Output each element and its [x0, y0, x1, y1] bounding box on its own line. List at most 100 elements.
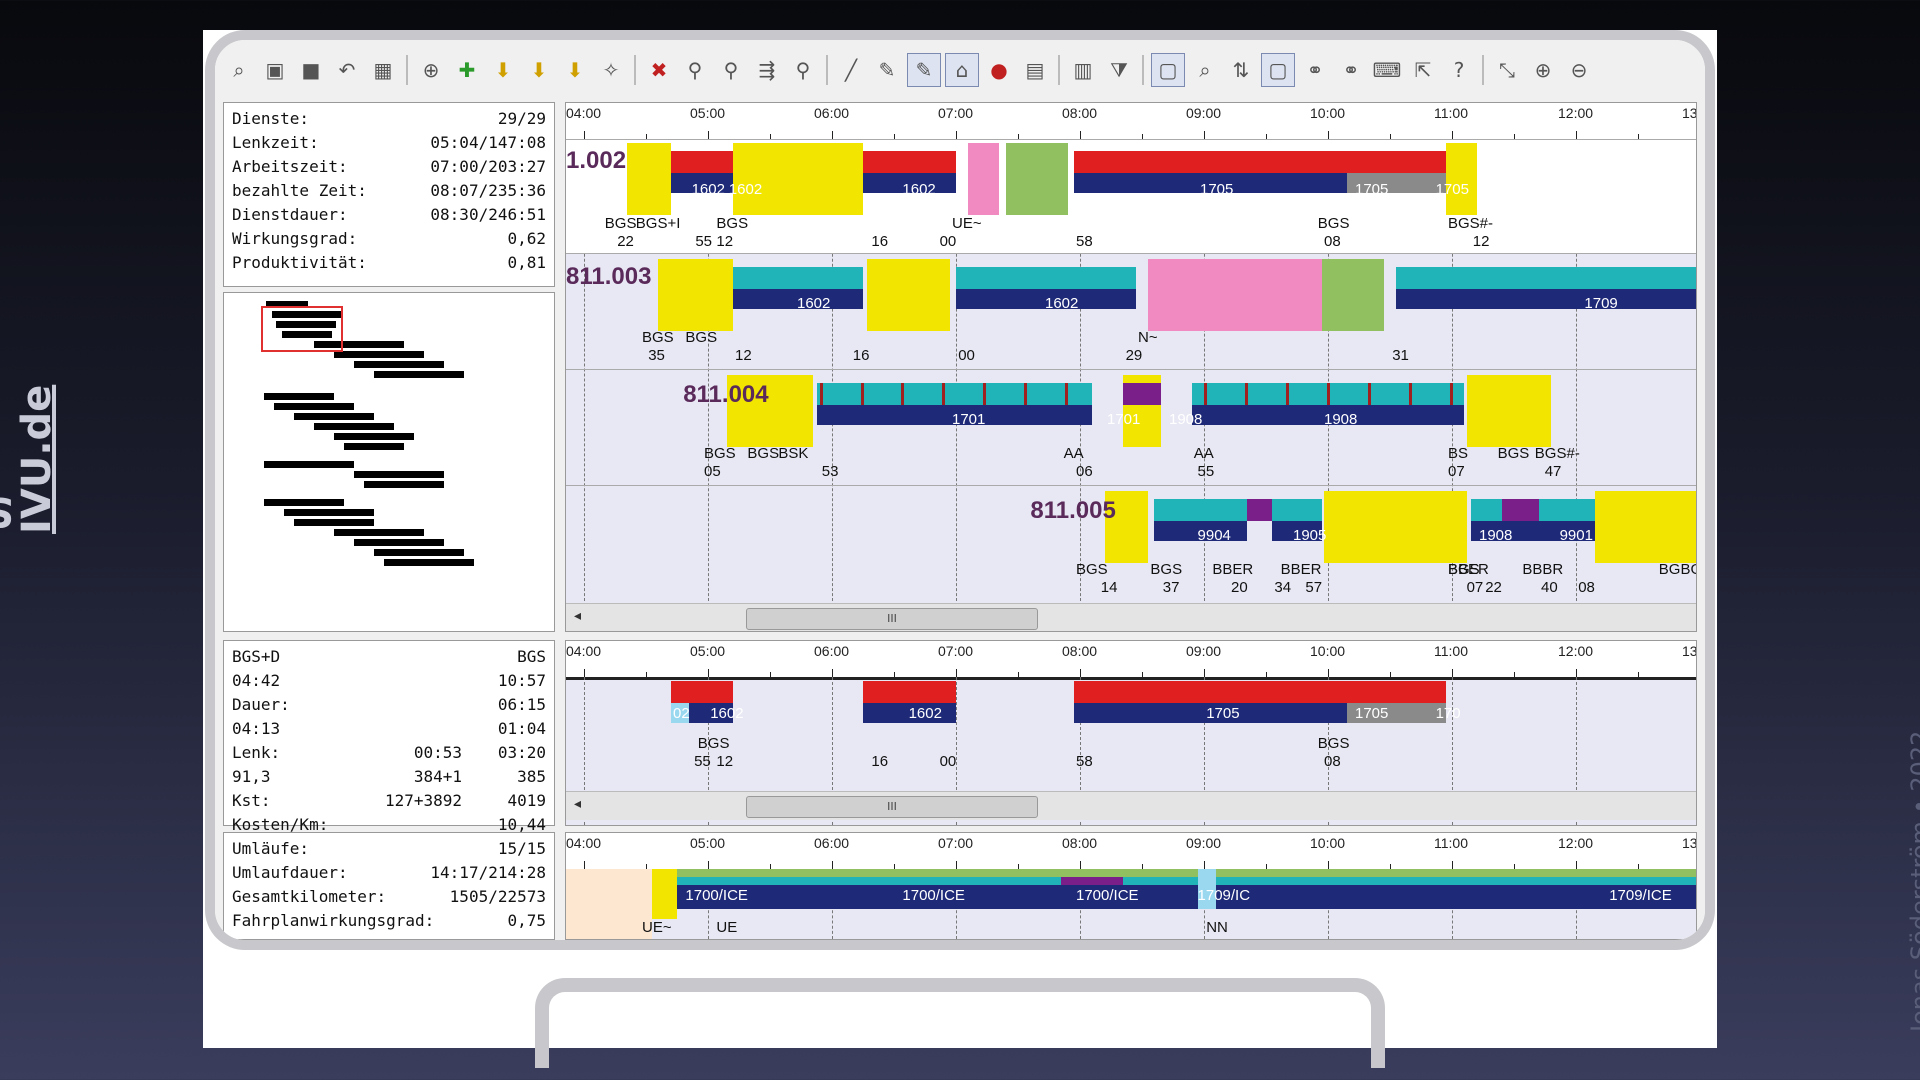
time-tick: 07:00 — [938, 105, 974, 121]
minute-label: 08 — [1578, 579, 1595, 596]
scroll-left-arrow[interactable]: ◂ — [574, 608, 581, 624]
book-icon[interactable]: ▤ — [1019, 54, 1051, 86]
time-tick: 06:00 — [814, 643, 850, 659]
sort-icon[interactable]: ⇅ — [1225, 54, 1257, 86]
edit2-icon[interactable]: ✎ — [907, 53, 941, 87]
link2-icon[interactable]: ⚭ — [1335, 54, 1367, 86]
zoom-select-icon[interactable]: ⌕ — [223, 54, 255, 86]
time-axis: 04:00 05:00 06:00 07:00 08:00 09:00 10:00 11:00… — [566, 641, 1696, 680]
add-green-icon[interactable]: ✚ — [451, 54, 483, 86]
time-tick: 12:00 — [1558, 835, 1594, 851]
keyboard-icon[interactable]: ⌨ — [1371, 54, 1403, 86]
minimap-bar — [264, 461, 354, 468]
link-icon[interactable]: ⚭ — [1299, 54, 1331, 86]
trip-label: 1602 — [710, 705, 744, 722]
stat-value: 07:00/203:27 — [430, 157, 546, 176]
horizontal-scrollbar[interactable]: ◂ III — [566, 603, 1696, 631]
trip-label: 9901 — [1559, 527, 1593, 544]
stat-row: Dienste: 29/29 — [232, 107, 546, 131]
help-icon[interactable]: ? — [1443, 54, 1475, 86]
export-icon[interactable]: ⇱ — [1407, 54, 1439, 86]
minute-label: 58 — [1076, 233, 1093, 250]
scroll-thumb[interactable]: III — [746, 796, 1038, 818]
add-doc-icon[interactable]: ⊕ — [415, 54, 447, 86]
stat-cell: 06:15 — [497, 695, 546, 714]
time-tick: 10:00 — [1310, 105, 1346, 121]
stat-cell: 4019 — [507, 791, 546, 810]
tick-mark-half — [770, 672, 771, 677]
stop-code: AA — [1193, 445, 1214, 462]
duty-name[interactable]: 811.005 — [1030, 497, 1115, 525]
stat-cell: 04:42 — [232, 671, 281, 690]
tick-mark — [1080, 131, 1081, 139]
delete-icon[interactable]: ✖ — [643, 54, 675, 86]
tick-mark — [1328, 131, 1329, 139]
duty-name[interactable]: 811.004 — [683, 381, 768, 409]
duty-name[interactable]: 811.003 — [566, 263, 651, 291]
minute-label: 40 — [1541, 579, 1558, 596]
stat-label: Dienstdauer: — [232, 205, 348, 224]
stop-tick — [942, 383, 946, 405]
magic-icon[interactable]: ✧ — [595, 54, 627, 86]
magnify-icon[interactable]: ⌕ — [1189, 54, 1221, 86]
undo-icon[interactable]: ↶ — [331, 54, 363, 86]
zoom-out-icon[interactable]: ⊖ — [1563, 54, 1595, 86]
fit-icon[interactable]: ▣ — [259, 54, 291, 86]
stop-code: BBBR — [1522, 561, 1564, 578]
detail-gantt[interactable]: 04:00 05:00 06:00 07:00 08:00 09:00 10:00 11:00… — [565, 640, 1697, 826]
edit-icon[interactable]: ✎ — [871, 54, 903, 86]
block — [1154, 499, 1248, 521]
stop-icon[interactable]: ● — [983, 54, 1015, 86]
home-icon[interactable]: ⌂ — [945, 53, 979, 87]
stop-tick — [1326, 383, 1330, 405]
split-icon[interactable]: ⇶ — [751, 54, 783, 86]
rotation-stats-panel: Umläufe: 15/15 Umlaufdauer: 14:17/214:28 Ges… — [223, 832, 555, 940]
screen-icon[interactable]: ▢ — [1151, 53, 1185, 87]
zoom-in-icon[interactable]: ⊕ — [1527, 54, 1559, 86]
stat-label: Arbeitszeit: — [232, 157, 348, 176]
trip-label: 1705 — [1206, 705, 1240, 722]
stop-tick — [1408, 383, 1412, 405]
time-tick: 10:00 — [1310, 835, 1346, 851]
horizontal-scrollbar[interactable]: ◂ III — [566, 791, 1696, 820]
stat-row: Kst: 127+3892 4019 — [232, 789, 546, 813]
screen2-icon[interactable]: ▢ — [1261, 53, 1295, 87]
stat-value: 08:30/246:51 — [430, 205, 546, 224]
trip-label: 1705 — [1200, 181, 1234, 198]
duty-gantt[interactable]: 04:00 05:00 06:00 07:00 08:00 09:00 10:00 11:00… — [565, 102, 1697, 632]
block — [1470, 499, 1502, 521]
trip-label: 1602 — [908, 705, 942, 722]
tick-mark — [1576, 131, 1577, 139]
stat-row: Arbeitszeit: 07:00/203:27 — [232, 155, 546, 179]
filter-icon[interactable]: ⧩ — [1103, 54, 1135, 86]
minute-label: 22 — [1485, 579, 1502, 596]
arrow-down3-icon[interactable]: ⬇ — [559, 54, 591, 86]
arrow-down2-icon[interactable]: ⬇ — [523, 54, 555, 86]
book2-icon[interactable]: ▥ — [1067, 54, 1099, 86]
minute-label: 00 — [939, 753, 957, 770]
overview-minimap[interactable] — [223, 292, 555, 632]
minute-label: 55 — [694, 753, 711, 770]
scroll-thumb[interactable]: III — [746, 608, 1038, 630]
stop-code: UE — [716, 919, 738, 936]
tick-mark — [1576, 669, 1577, 677]
minimap-bar — [344, 443, 404, 450]
stat-cell: 127+3892 — [384, 791, 462, 810]
rotation-gantt[interactable]: 04:00 05:00 06:00 07:00 08:00 09:00 10:00 11:00… — [565, 832, 1697, 940]
minimap-bar — [294, 519, 374, 526]
arrow-down-icon[interactable]: ⬇ — [487, 54, 519, 86]
scroll-left-arrow[interactable]: ◂ — [574, 796, 581, 812]
calc-icon[interactable]: ▦ — [367, 54, 399, 86]
tick-mark — [1204, 669, 1205, 677]
collapse-icon[interactable]: ⤡ — [1491, 54, 1523, 86]
binoculars2-icon[interactable]: ⚲ — [715, 54, 747, 86]
save-icon[interactable]: ■ — [295, 54, 327, 86]
duty-name[interactable]: 1.002 — [566, 147, 626, 175]
pen-icon[interactable]: ╱ — [835, 54, 867, 86]
side-title-link[interactable]: IVU.de — [14, 385, 60, 534]
minimap-bar — [264, 393, 334, 400]
binoculars3-icon[interactable]: ⚲ — [787, 54, 819, 86]
time-tick: 12:00 — [1558, 105, 1594, 121]
binoculars-icon[interactable]: ⚲ — [679, 54, 711, 86]
block — [1247, 499, 1273, 521]
